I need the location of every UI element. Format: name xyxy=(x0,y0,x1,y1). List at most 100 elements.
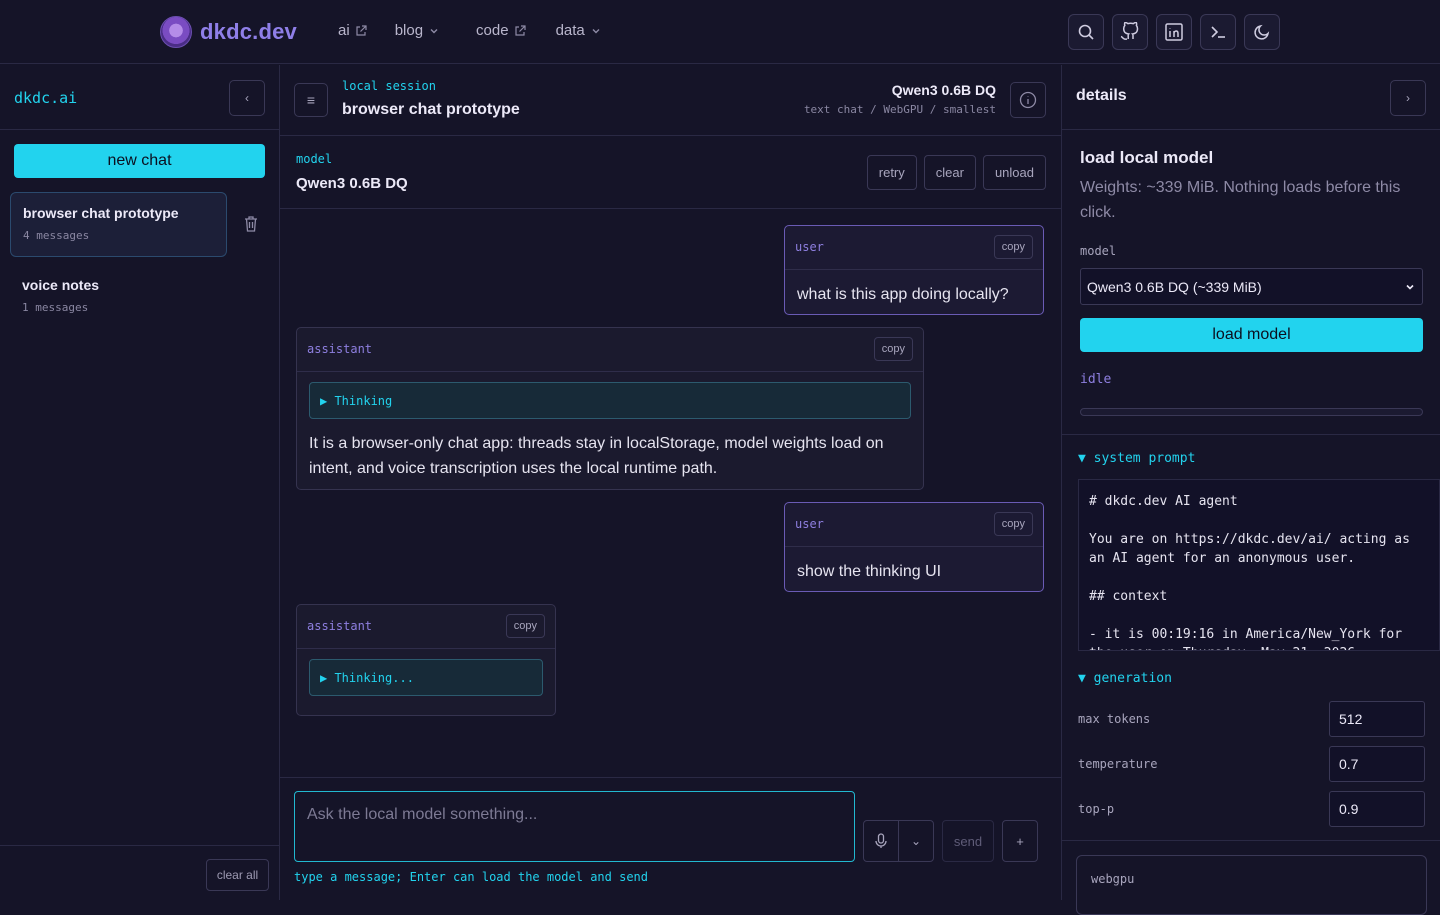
gen-label: max tokens xyxy=(1078,712,1151,726)
model-label: model xyxy=(296,152,333,166)
model-select[interactable]: Qwen3 0.6B DQ (~339 MiB) xyxy=(1080,268,1423,305)
external-link-icon xyxy=(514,24,526,36)
generation-toggle[interactable]: ▼ generation xyxy=(1078,671,1172,686)
chevron-down-icon xyxy=(430,28,438,33)
model-bar: model Qwen3 0.6B DQ retry clear unload xyxy=(280,136,1061,209)
role-label: assistant xyxy=(307,342,373,356)
model-value: Qwen3 0.6B DQ xyxy=(296,175,408,192)
system-prompt-toggle[interactable]: ▼ system prompt xyxy=(1078,451,1195,466)
nav-link-blog[interactable]: blog xyxy=(395,22,440,39)
session-title: browser chat prototype xyxy=(342,101,520,118)
nav-link-ai[interactable]: ai xyxy=(338,22,367,39)
message-input[interactable]: Ask the local model something... xyxy=(294,791,855,862)
chat-header: ≡ local session browser chat prototype Q… xyxy=(280,65,1061,136)
load-progress-bar xyxy=(1080,408,1423,416)
external-link-icon xyxy=(356,24,367,36)
linkedin-icon xyxy=(1165,23,1183,41)
unload-button[interactable]: unload xyxy=(982,155,1046,190)
thread-item-browser-chat-prototype[interactable]: browser chat prototype 4 messages xyxy=(10,192,227,257)
linkedin-button[interactable] xyxy=(1156,14,1192,50)
sidebar-header: dkdc.ai ‹ xyxy=(0,65,279,130)
attach-button[interactable]: + xyxy=(1002,820,1038,862)
role-label: user xyxy=(795,517,824,531)
gen-label: temperature xyxy=(1078,757,1158,771)
retry-button[interactable]: retry xyxy=(866,155,917,190)
gen-row-top-p: top-p 0.9 xyxy=(1078,791,1425,827)
info-icon xyxy=(1019,91,1037,109)
chevron-left-icon: ‹ xyxy=(245,91,249,105)
nav-link-label: ai xyxy=(338,22,350,39)
copy-button[interactable]: copy xyxy=(993,235,1033,259)
max-tokens-input[interactable]: 512 xyxy=(1329,701,1425,737)
details-header: details › xyxy=(1062,65,1440,130)
load-status: idle xyxy=(1080,372,1112,387)
menu-button[interactable]: ≡ xyxy=(294,83,328,117)
thread-count: 1 messages xyxy=(22,301,89,314)
webgpu-label: webgpu xyxy=(1091,872,1135,886)
nav-link-code[interactable]: code xyxy=(476,22,526,39)
section-divider xyxy=(1062,840,1440,841)
copy-button[interactable]: copy xyxy=(873,337,913,361)
gen-label: top-p xyxy=(1078,802,1115,816)
terminal-button[interactable] xyxy=(1200,14,1236,50)
collapse-sidebar-button[interactable]: ‹ xyxy=(229,80,265,116)
details-panel: details › load local model Weights: ~339… xyxy=(1061,65,1440,915)
header-model-name: Qwen3 0.6B DQ xyxy=(891,82,996,98)
gen-row-max-tokens: max tokens 512 xyxy=(1078,701,1425,737)
thread-title: browser chat prototype xyxy=(23,205,179,221)
sidebar-divider xyxy=(0,845,279,846)
info-button[interactable] xyxy=(1010,82,1046,118)
sidebar-title: dkdc.ai xyxy=(14,89,78,107)
thread-sidebar: dkdc.ai ‹ new chat browser chat prototyp… xyxy=(0,65,280,900)
nav-link-label: data xyxy=(555,22,585,39)
mic-button[interactable] xyxy=(864,821,899,861)
composer: Ask the local model something... ⌄ send … xyxy=(280,777,1061,900)
model-select-value: Qwen3 0.6B DQ (~339 MiB) xyxy=(1087,278,1262,295)
send-button[interactable]: send xyxy=(942,820,994,862)
header-model-meta: text chat / WebGPU / smallest xyxy=(803,103,996,116)
user-message: user copy what is this app doing locally… xyxy=(784,225,1044,315)
chevron-down-icon xyxy=(1406,284,1414,290)
brand-name: dkdc.dev xyxy=(200,19,297,44)
top-nav: dkdc.dev ai blog code data xyxy=(0,0,1440,64)
chevron-down-icon xyxy=(592,28,600,33)
thinking-toggle[interactable]: ▶ Thinking... xyxy=(309,659,543,696)
mic-options-button[interactable]: ⌄ xyxy=(899,821,933,861)
thinking-toggle[interactable]: ▶ Thinking xyxy=(309,382,911,419)
top-p-input[interactable]: 0.9 xyxy=(1329,791,1425,827)
github-icon xyxy=(1120,22,1139,40)
details-title: details xyxy=(1076,87,1127,104)
clear-button[interactable]: clear xyxy=(923,155,976,190)
theme-toggle-button[interactable] xyxy=(1244,14,1280,50)
message-text: It is a browser-only chat app: threads s… xyxy=(309,435,884,477)
message-text: what is this app doing locally? xyxy=(797,286,1009,303)
load-model-button[interactable]: load model xyxy=(1080,318,1423,352)
temperature-input[interactable]: 0.7 xyxy=(1329,746,1425,782)
thread-item-voice-notes[interactable]: voice notes 1 messages xyxy=(10,265,227,325)
microphone-icon xyxy=(875,833,887,848)
nav-link-data[interactable]: data xyxy=(556,22,602,39)
new-chat-button[interactable]: new chat xyxy=(14,144,265,178)
user-message: user copy show the thinking UI xyxy=(784,502,1044,592)
collapse-details-button[interactable]: › xyxy=(1390,80,1426,116)
assistant-message: assistant copy ▶ Thinking It is a browse… xyxy=(296,327,924,490)
clear-all-button[interactable]: clear all xyxy=(206,859,269,891)
composer-hint: type a message; Enter can load the model… xyxy=(294,870,649,884)
copy-button[interactable]: copy xyxy=(505,614,545,638)
system-prompt-textarea[interactable]: # dkdc.dev AI agent You are on https://d… xyxy=(1078,479,1440,651)
logo-icon xyxy=(160,16,192,48)
trash-icon[interactable] xyxy=(243,215,259,233)
webgpu-card: webgpu xyxy=(1076,855,1427,915)
search-button[interactable] xyxy=(1068,14,1104,50)
github-button[interactable] xyxy=(1112,14,1148,50)
copy-button[interactable]: copy xyxy=(993,512,1033,536)
nav-link-label: blog xyxy=(394,22,424,39)
thread-count: 4 messages xyxy=(23,229,90,242)
brand-link[interactable]: dkdc.dev xyxy=(160,16,297,48)
hamburger-icon: ≡ xyxy=(306,92,316,108)
search-icon xyxy=(1078,24,1094,40)
load-model-title: load local model xyxy=(1080,148,1214,167)
chat-panel: ≡ local session browser chat prototype Q… xyxy=(280,65,1061,900)
voice-input-group: ⌄ xyxy=(863,820,934,862)
session-label: local session xyxy=(342,79,436,93)
